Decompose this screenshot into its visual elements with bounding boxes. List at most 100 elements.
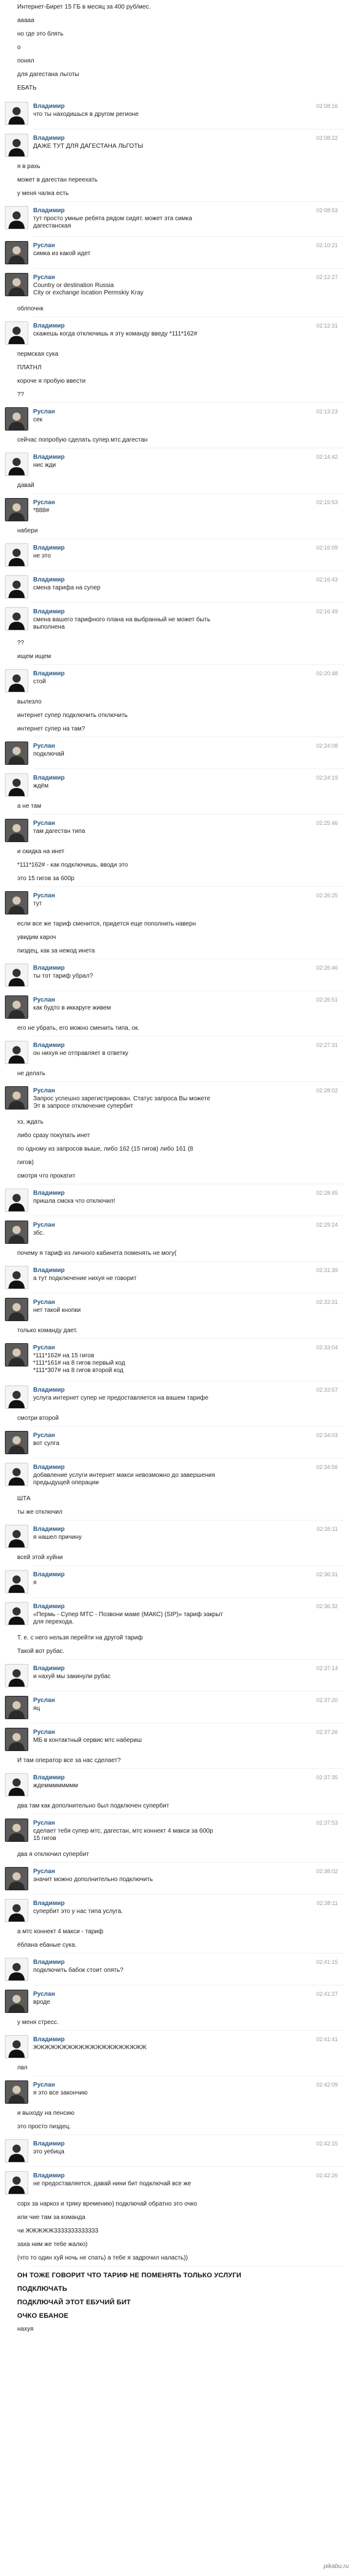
sender-name-link[interactable]: Руслан bbox=[33, 997, 55, 1003]
sender-name-link[interactable]: Руслан bbox=[33, 1432, 55, 1439]
avatar[interactable] bbox=[5, 773, 28, 797]
avatar[interactable] bbox=[5, 1664, 28, 1687]
avatar[interactable] bbox=[5, 1602, 28, 1625]
sender-name-link[interactable]: Владимир bbox=[33, 1190, 64, 1197]
avatar[interactable] bbox=[5, 1189, 28, 1212]
avatar[interactable] bbox=[5, 891, 28, 914]
avatar[interactable] bbox=[5, 1990, 28, 2013]
sender-name-link[interactable]: Владимир bbox=[33, 1774, 64, 1781]
sender-name-link[interactable]: Владимир bbox=[33, 1603, 64, 1610]
avatar[interactable] bbox=[5, 1386, 28, 1409]
avatar[interactable] bbox=[5, 1463, 28, 1486]
sender-name-link[interactable]: Руслан bbox=[33, 743, 55, 749]
avatar[interactable] bbox=[5, 1899, 28, 1922]
avatar[interactable] bbox=[5, 1570, 28, 1593]
avatar[interactable] bbox=[5, 102, 28, 125]
sender-name-link[interactable]: Владимир bbox=[33, 1526, 64, 1533]
avatar[interactable] bbox=[5, 742, 28, 765]
avatar[interactable] bbox=[5, 1819, 28, 1842]
avatar[interactable] bbox=[5, 575, 28, 599]
sender-name-link[interactable]: Владимир bbox=[33, 2141, 64, 2147]
sender-name-link[interactable]: Руслан bbox=[33, 1820, 55, 1827]
sender-name-link[interactable]: Владимир bbox=[33, 135, 64, 142]
sender-name-link[interactable]: Руслан bbox=[33, 820, 55, 827]
sender-name-link[interactable]: Руслан bbox=[33, 274, 55, 281]
avatar[interactable] bbox=[5, 1221, 28, 1244]
sender-name-link[interactable]: Владимир bbox=[33, 577, 64, 583]
sender-name-link[interactable]: Владимир bbox=[33, 207, 64, 214]
sender-name-link[interactable]: Владимир bbox=[33, 1387, 64, 1393]
sender-name-link[interactable]: Руслан bbox=[33, 1868, 55, 1875]
avatar[interactable] bbox=[5, 1298, 28, 1321]
sender-name-link[interactable]: Руслан bbox=[33, 1344, 55, 1351]
avatar[interactable] bbox=[5, 1525, 28, 1548]
sender-name-link[interactable]: Владимир bbox=[33, 323, 64, 329]
chat-line: И там оператор все за нас сделает? bbox=[17, 1757, 121, 1764]
message-line: как будто в иккаруге живем bbox=[33, 1005, 111, 1011]
sender-name-link[interactable]: Владимир bbox=[33, 1464, 64, 1471]
avatar[interactable] bbox=[5, 995, 28, 1019]
avatar[interactable] bbox=[5, 1696, 28, 1719]
sender-name-link[interactable]: Владимир bbox=[33, 775, 64, 781]
avatar[interactable] bbox=[5, 1728, 28, 1751]
avatar[interactable] bbox=[5, 321, 28, 345]
avatar[interactable] bbox=[5, 1041, 28, 1064]
sender-name-link[interactable]: Руслан bbox=[33, 1729, 55, 1736]
message-divider bbox=[33, 1338, 344, 1339]
avatar[interactable] bbox=[5, 2035, 28, 2058]
avatar[interactable] bbox=[5, 1867, 28, 1890]
sender-name-link[interactable]: Руслан bbox=[33, 1222, 55, 1229]
avatar[interactable] bbox=[5, 2080, 28, 2104]
avatar[interactable] bbox=[5, 1431, 28, 1454]
avatar[interactable] bbox=[5, 453, 28, 476]
avatar[interactable] bbox=[5, 1773, 28, 1796]
avatar[interactable] bbox=[5, 206, 28, 229]
avatar[interactable] bbox=[5, 543, 28, 567]
avatar[interactable] bbox=[5, 1086, 28, 1110]
sender-name-link[interactable]: Руслан bbox=[33, 1087, 55, 1094]
message-line: збс. bbox=[33, 1230, 44, 1236]
avatar[interactable] bbox=[5, 1958, 28, 1981]
message-timestamp: 02:41:41 bbox=[316, 2036, 338, 2042]
chat-line: только команду дает. bbox=[17, 1327, 78, 1334]
avatar[interactable] bbox=[5, 669, 28, 692]
sender-name-link[interactable]: Руслан bbox=[33, 499, 55, 506]
chat-message: Владимир 02:42:15 это уебица bbox=[0, 2138, 355, 2164]
sender-name-link[interactable]: Руслан bbox=[33, 1697, 55, 1704]
sender-name-link[interactable]: Владимир bbox=[33, 1665, 64, 1672]
sender-name-link[interactable]: Руслан bbox=[33, 1299, 55, 1306]
message-line: Запрос успешно зарегистрирован. Статус з… bbox=[33, 1095, 211, 1102]
avatar[interactable] bbox=[5, 273, 28, 296]
sender-name-link[interactable]: Владимир bbox=[33, 103, 64, 110]
sender-name-link[interactable]: Владимир bbox=[33, 1959, 64, 1966]
sender-name-link[interactable]: Владимир bbox=[33, 1042, 64, 1049]
avatar[interactable] bbox=[5, 134, 28, 157]
sender-name-link[interactable]: Руслан bbox=[33, 2082, 55, 2088]
sender-name-link[interactable]: Владимир bbox=[33, 1571, 64, 1578]
avatar[interactable] bbox=[5, 2139, 28, 2163]
sender-name-link[interactable]: Руслан bbox=[33, 408, 55, 415]
sender-name-link[interactable]: Руслан bbox=[33, 242, 55, 249]
avatar[interactable] bbox=[5, 2171, 28, 2195]
sender-name-link[interactable]: Руслан bbox=[33, 1991, 55, 1998]
sender-name-link[interactable]: Владимир bbox=[33, 2036, 64, 2043]
sender-name-link[interactable]: Владимир bbox=[33, 545, 64, 551]
sender-name-link[interactable]: Владимир bbox=[33, 454, 64, 461]
message-timestamp: 02:42:26 bbox=[316, 2172, 338, 2179]
sender-name-link[interactable]: Владимир bbox=[33, 1900, 64, 1907]
avatar[interactable] bbox=[5, 1266, 28, 1289]
chat-message: Владимир 02:08:22 ДАЖЕ ТУТ ДЛЯ ДАГЕСТАНА Л… bbox=[0, 132, 355, 158]
sender-name-link[interactable]: Руслан bbox=[33, 892, 55, 899]
avatar[interactable] bbox=[5, 964, 28, 987]
avatar[interactable] bbox=[5, 241, 28, 264]
sender-name-link[interactable]: Владимир bbox=[33, 1267, 64, 1274]
avatar[interactable] bbox=[5, 819, 28, 842]
sender-name-link[interactable]: Владимир bbox=[33, 965, 64, 972]
avatar[interactable] bbox=[5, 607, 28, 631]
sender-name-link[interactable]: Владимир bbox=[33, 608, 64, 615]
sender-name-link[interactable]: Владимир bbox=[33, 2172, 64, 2179]
sender-name-link[interactable]: Владимир bbox=[33, 670, 64, 677]
avatar[interactable] bbox=[5, 498, 28, 521]
avatar[interactable] bbox=[5, 407, 28, 431]
avatar[interactable] bbox=[5, 1343, 28, 1367]
